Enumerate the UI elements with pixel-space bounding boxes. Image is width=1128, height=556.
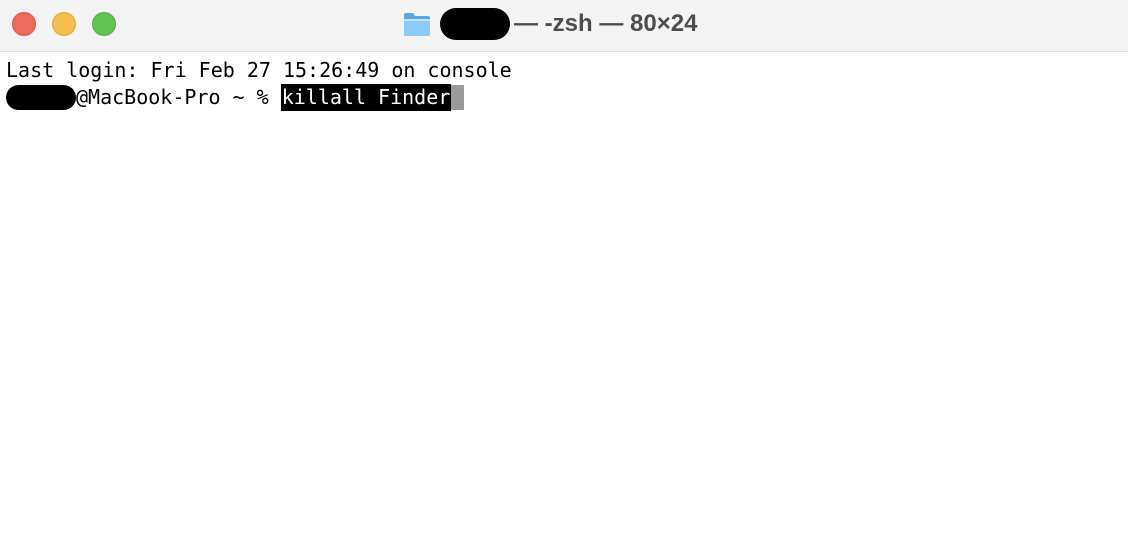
window-title: — -zsh — 80×24 [514,10,698,37]
folder-icon [404,13,430,36]
login-line: Last login: Fri Feb 27 15:26:49 on conso… [6,58,512,82]
selected-command[interactable]: killall Finder [280,84,452,111]
minimize-button[interactable] [52,12,76,36]
prompt-line[interactable]: @MacBook-Pro ~ % killall Finder [6,84,1128,111]
close-button[interactable] [12,12,36,36]
terminal-output[interactable]: Last login: Fri Feb 27 15:26:49 on conso… [6,57,1128,556]
zoom-button[interactable] [92,12,116,36]
title-bar[interactable]: — -zsh — 80×24 [0,0,1128,52]
window-title-group: — -zsh — 80×24 [402,0,697,48]
prompt-text: @MacBook-Pro ~ % [76,85,281,109]
text-cursor [451,85,465,110]
redacted-user [6,85,76,110]
terminal-window: — -zsh — 80×24 Last login: Fri Feb 27 15… [0,0,1128,556]
redacted-username [440,8,510,40]
